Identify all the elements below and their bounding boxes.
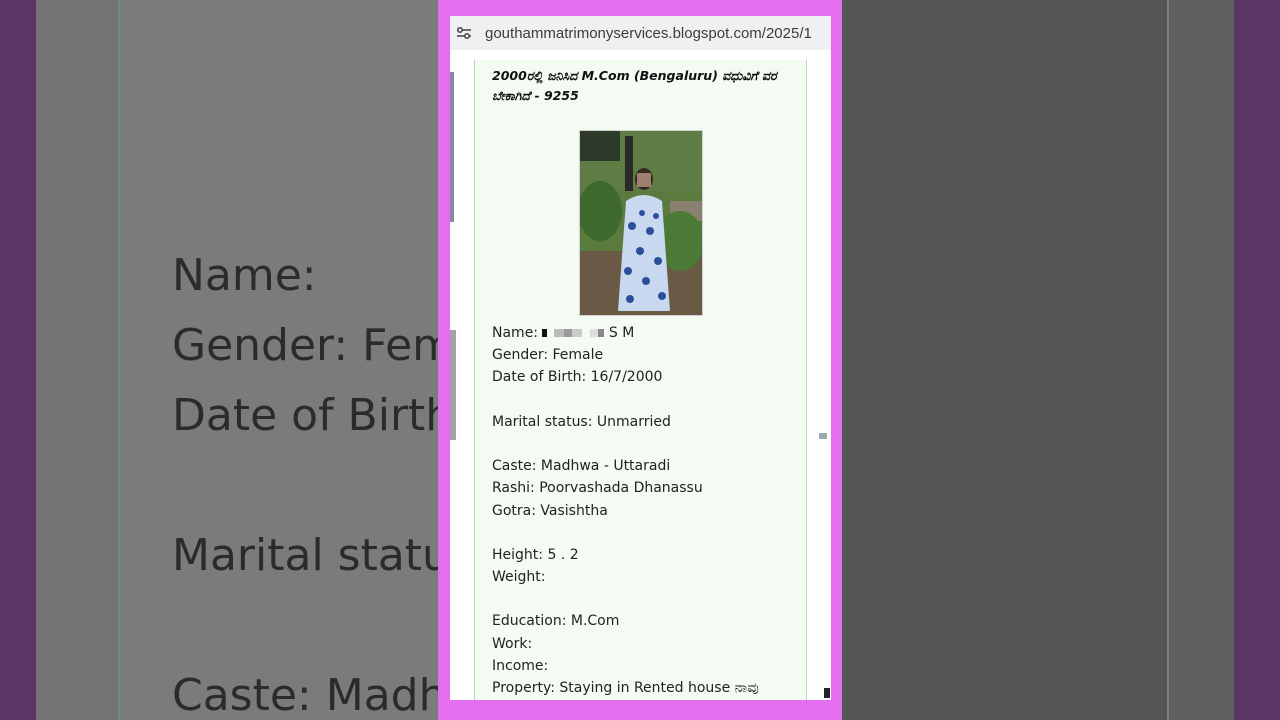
background-text-dob: Date of Birth [172, 390, 438, 441]
detail-income: Income: [492, 657, 549, 674]
detail-gender: Gender: Female [492, 347, 604, 364]
address-bar[interactable]: gouthammatrimonyservices.blogspot.com/20… [450, 16, 831, 50]
name-label: Name: [492, 325, 543, 341]
name-redacted [542, 329, 605, 337]
detail-name: Name: S M [492, 322, 759, 344]
post-title[interactable]: 2000ರಲ್ಲಿ ಜನಿಸಿದ M.Com (Bengaluru) ವಧುವಿ… [492, 66, 792, 106]
background-right-panel [842, 0, 1280, 720]
site-settings-icon[interactable] [455, 24, 473, 42]
profile-photo[interactable] [578, 130, 704, 316]
detail-caste: Caste: Madhwa - Uttaradi [492, 458, 671, 475]
background-text-marital: Marital statu [172, 530, 438, 581]
detail-education: Education: M.Com [492, 613, 620, 630]
detail-gap [492, 389, 759, 411]
detail-marital: Marital status: Unmarried [492, 413, 671, 430]
corner-marker [824, 688, 830, 698]
detail-dob: Date of Birth: 16/7/2000 [492, 369, 663, 386]
post-card: 2000ರಲ್ಲಿ ಜನಿಸಿದ M.Com (Bengaluru) ವಧುವಿ… [474, 60, 807, 700]
url-text[interactable]: gouthammatrimonyservices.blogspot.com/20… [485, 25, 812, 42]
detail-gotra: Gotra: Vasishtha [492, 502, 608, 519]
background-text-caste: Caste: Madh [172, 670, 438, 720]
background-text-gender: Gender: Fem [172, 320, 438, 371]
detail-work: Work: [492, 635, 533, 652]
detail-gap [492, 588, 759, 610]
page-left-sliver [450, 330, 456, 440]
detail-gap [492, 433, 759, 455]
detail-rashi: Rashi: Poorvashada Dhanassu [492, 480, 703, 497]
background-edge-right [1234, 0, 1280, 720]
profile-photo-image [578, 131, 704, 315]
background-panel-right [842, 0, 1169, 720]
detail-property: Property: Staying in Rented house ನಾವು [492, 680, 759, 696]
phone-screen: gouthammatrimonyservices.blogspot.com/20… [450, 16, 831, 700]
name-suffix: S M [604, 325, 635, 341]
background-edge [0, 0, 36, 720]
background-strip [1169, 0, 1234, 720]
page-left-sliver-top [450, 72, 454, 222]
profile-details: Name: S M Gender: Female Date of Birth: … [492, 322, 759, 699]
background-text-name: Name: [172, 250, 317, 301]
detail-gap [492, 522, 759, 544]
scrollbar-thumb[interactable] [819, 433, 827, 439]
background-left-panel: Name: Gender: Fem Date of Birth Marital … [0, 0, 438, 720]
detail-weight: Weight: [492, 569, 546, 586]
detail-height: Height: 5 . 2 [492, 546, 579, 563]
blog-page: 2000ರಲ್ಲಿ ಜನಿಸಿದ M.Com (Bengaluru) ವಧುವಿ… [450, 60, 831, 700]
